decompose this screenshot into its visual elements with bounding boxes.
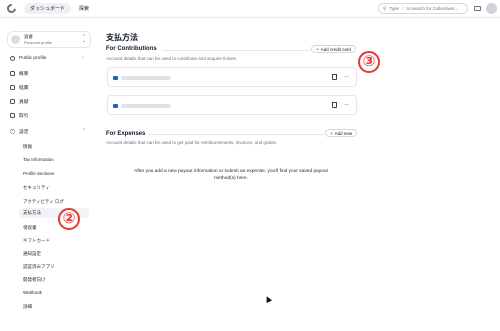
profile-switcher[interactable]: 貝倉 Personal profile ⌃ ⌄	[7, 31, 91, 48]
search-input[interactable]: ⚲ Type / to search for Collectives...	[378, 3, 468, 14]
add-credit-card-button[interactable]: + Add credit card	[311, 45, 356, 53]
saved-card-row: ···	[107, 67, 357, 87]
contributions-description: Account details that can be used to cont…	[106, 56, 238, 61]
coin-icon	[10, 98, 15, 104]
sidebar-item-label: 貢献	[19, 99, 29, 105]
gear-icon	[10, 128, 15, 134]
globe-icon	[10, 55, 15, 61]
annotation-badge-3: ③	[358, 51, 380, 73]
settings-item-receipts[interactable]: 領収書	[23, 225, 37, 231]
redacted-card-details	[121, 76, 171, 80]
sidebar-item-label: 概要	[19, 71, 29, 77]
search-icon: ⚲	[383, 5, 387, 11]
avatar	[11, 35, 20, 44]
settings-item-gift-cards[interactable]: ギフトカード	[23, 238, 50, 244]
credit-card-icon	[113, 104, 118, 108]
messages-icon[interactable]	[474, 6, 481, 11]
more-options-icon[interactable]: ···	[344, 74, 349, 80]
divider	[148, 134, 324, 135]
search-shortcut-key: /	[402, 6, 404, 11]
settings-item-webhooks[interactable]: Webhook	[23, 290, 42, 295]
annotation-badge-2: ②	[58, 208, 80, 230]
add-credit-card-label: Add credit card	[320, 46, 351, 52]
expenses-description: Account details that can be used to get …	[106, 140, 278, 145]
search-prefix: Type	[389, 6, 400, 11]
sidebar-item-expenses[interactable]: 経費	[10, 83, 29, 91]
sidebar: 貝倉 Personal profile ⌃ ⌄ Public profile › …	[0, 19, 96, 331]
receipt-icon	[10, 84, 15, 90]
settings-item-profile-sections[interactable]: Profile Sections	[23, 171, 54, 176]
expenses-section-title: For Expenses	[106, 131, 146, 137]
sidebar-item-overview[interactable]: 概要	[10, 69, 29, 77]
empty-payout-message: After you add a new payout information o…	[134, 169, 328, 181]
plus-icon: +	[330, 130, 333, 136]
sidebar-item-public-profile[interactable]: Public profile	[10, 54, 46, 62]
transfer-icon	[10, 112, 15, 118]
credit-card-icon	[113, 76, 118, 80]
settings-item-notifications[interactable]: 通知設定	[23, 251, 41, 257]
chevron-up-down-icon: ⌃ ⌄	[81, 34, 86, 44]
trash-icon[interactable]	[332, 102, 337, 108]
sidebar-item-settings[interactable]: 設定	[10, 127, 29, 135]
chevron-up-icon: ⌃	[82, 128, 87, 134]
redacted-card-details	[121, 104, 171, 108]
sidebar-item-label: 設定	[19, 129, 29, 135]
saved-card-row: ···	[107, 95, 357, 115]
page-title: 支払方法	[106, 33, 138, 42]
opencollective-logo-icon[interactable]	[5, 2, 18, 15]
more-options-icon[interactable]: ···	[344, 102, 349, 108]
trash-icon[interactable]	[332, 74, 337, 80]
overview-icon	[10, 70, 15, 76]
sidebar-item-label: Public profile	[19, 55, 47, 61]
plus-icon: +	[316, 46, 319, 52]
sidebar-item-transactions[interactable]: 取引	[10, 111, 29, 119]
dashboard-tab[interactable]: ダッシュボード	[24, 3, 72, 14]
search-placeholder: to search for Collectives...	[406, 6, 459, 11]
sidebar-item-label: 取引	[19, 113, 29, 119]
sidebar-item-label: 経費	[19, 85, 29, 91]
sidebar-item-contributions[interactable]: 貢献	[10, 97, 29, 105]
settings-item-tax-information[interactable]: Tax Information	[23, 157, 54, 162]
settings-item-security[interactable]: セキュリティ	[23, 185, 50, 191]
top-bar: ダッシュボード 探索 ⚲ Type / to search for Collec…	[0, 0, 500, 18]
divider	[162, 50, 310, 51]
settings-item-for-developers[interactable]: 開発者向け	[23, 277, 46, 283]
settings-item-activity-log[interactable]: アクティビティ ログ	[23, 199, 64, 205]
profile-type: Personal profile	[24, 39, 52, 45]
add-new-label: Add new	[334, 130, 353, 136]
settings-item-authorized-apps[interactable]: 認証済みアプリ	[23, 264, 55, 270]
main-content: 支払方法 For Contributions + Add credit card…	[96, 19, 500, 331]
contributions-section-title: For Contributions	[106, 46, 157, 52]
add-new-payout-button[interactable]: + Add new	[325, 129, 358, 137]
user-avatar[interactable]	[486, 3, 497, 14]
settings-item-advanced[interactable]: 詳細	[23, 304, 32, 310]
chevron-right-icon: ›	[82, 55, 84, 61]
settings-item-info[interactable]: 情報	[23, 144, 32, 150]
explore-link[interactable]: 探索	[79, 5, 89, 12]
